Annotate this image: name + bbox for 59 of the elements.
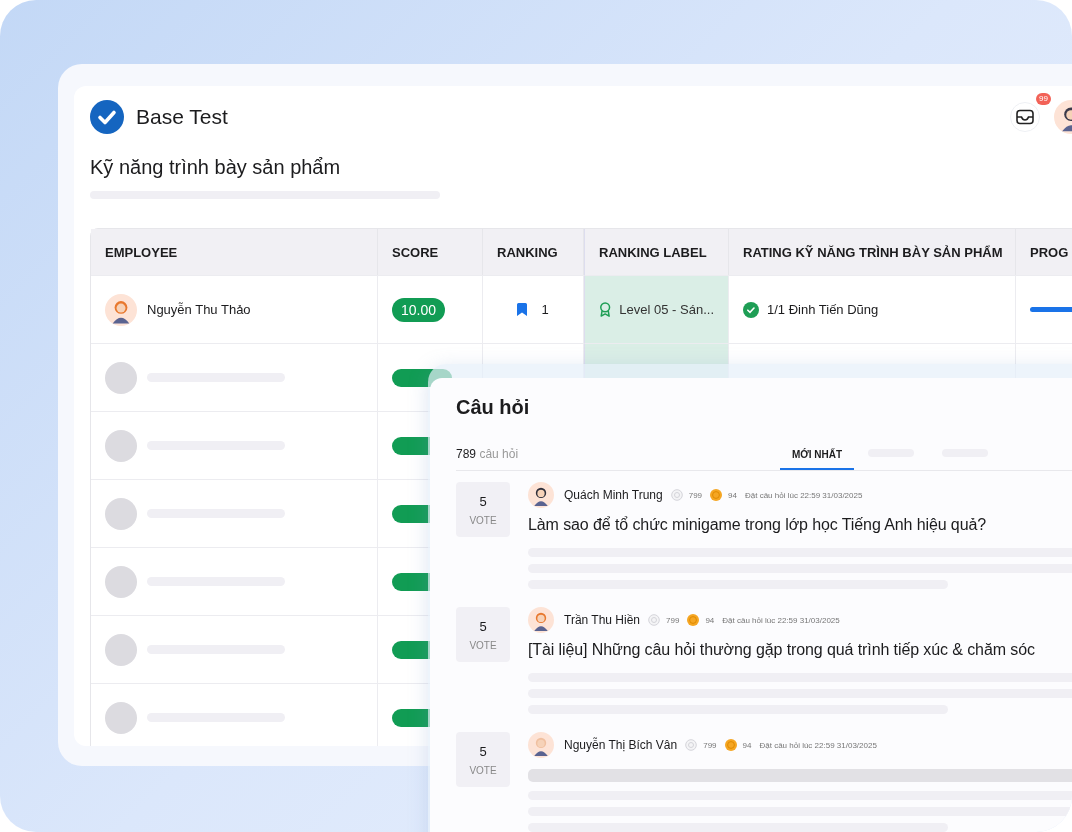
column-header: PROG — [1016, 229, 1072, 275]
column-header: RATING KỸ NĂNG TRÌNH BÀY SẢN PHẨM — [729, 229, 1016, 275]
author-name: Nguyễn Thị Bích Vân — [564, 738, 678, 752]
points-count: 799 — [688, 490, 703, 500]
panel-title: Câu hỏi — [456, 395, 531, 420]
tab[interactable]: MỚI NHẤT — [780, 449, 854, 470]
coin-count: 94 — [705, 615, 715, 625]
avatar-placeholder — [105, 565, 137, 598]
author-name: Quách Minh Trung — [564, 488, 663, 502]
inbox-icon — [1016, 109, 1034, 125]
avatar-placeholder — [105, 497, 137, 530]
avatar-icon — [528, 482, 554, 508]
asked-time: Đặt câu hỏi lúc 22:59 31/03/2025 — [722, 615, 840, 625]
inbox-button[interactable] — [1010, 102, 1040, 132]
coin-count: 94 — [742, 740, 752, 750]
question-title[interactable]: [Tài liệu] Những câu hỏi thường gặp trong quá trình tiếp xúc & chăm sóc — [528, 641, 1072, 659]
award-icon — [599, 301, 612, 318]
vote-label: VOTE — [469, 639, 497, 651]
employee-name: Nguyễn Thu Thảo — [147, 302, 251, 317]
ranking-value: 1 — [541, 302, 549, 317]
medal-icon — [685, 739, 698, 751]
question-title[interactable]: Làm sao để tổ chức minigame trong lớp học Tiếng Anh hiệu quả? — [528, 516, 1072, 534]
vote-label: VOTE — [469, 514, 497, 526]
app-title: Base Test — [136, 105, 228, 129]
vote-count: 5 — [479, 618, 487, 634]
ranking-label: Level 05 - Sán... — [619, 302, 714, 317]
score-pill: 10.00 — [392, 297, 446, 322]
rating-value: 1/1 Đinh Tiến Dũng — [767, 302, 879, 317]
vote-count: 5 — [479, 493, 487, 509]
column-header: SCORE — [378, 229, 483, 275]
avatar-placeholder — [105, 361, 137, 394]
question-count: 789 câu hỏi — [456, 447, 520, 463]
column-header: EMPLOYEE — [91, 229, 378, 275]
author-name: Trần Thu Hiền — [564, 613, 641, 627]
logo-check-icon — [90, 100, 124, 134]
coin-count: 94 — [728, 490, 737, 500]
check-circle-icon — [743, 301, 759, 318]
avatar-icon — [528, 607, 554, 633]
vote-label: VOTE — [469, 764, 497, 776]
avatar-icon — [528, 732, 554, 758]
medal-icon — [648, 614, 661, 626]
asked-time: Đặt câu hỏi lúc 22:59 31/03/2025 — [759, 740, 877, 750]
medal-icon — [670, 489, 683, 501]
progress-bar — [1030, 307, 1072, 312]
asked-time: Đặt câu hỏi lúc 22:59 31/03/2025 — [745, 490, 863, 500]
column-header: RANKING — [483, 229, 584, 275]
coin-icon — [687, 614, 700, 626]
bookmark-icon — [517, 303, 528, 316]
avatar-icon — [105, 293, 137, 326]
points-count: 799 — [703, 740, 717, 750]
avatar-placeholder — [105, 701, 137, 734]
coin-icon — [724, 739, 737, 751]
page-title: Kỹ năng trình bày sản phẩm — [90, 156, 342, 179]
coin-icon — [710, 489, 723, 501]
avatar-placeholder — [105, 429, 137, 462]
vote-count: 5 — [479, 743, 487, 759]
points-count: 799 — [666, 615, 680, 625]
avatar-placeholder — [105, 633, 137, 666]
notification-badge: 99 — [1036, 93, 1051, 105]
